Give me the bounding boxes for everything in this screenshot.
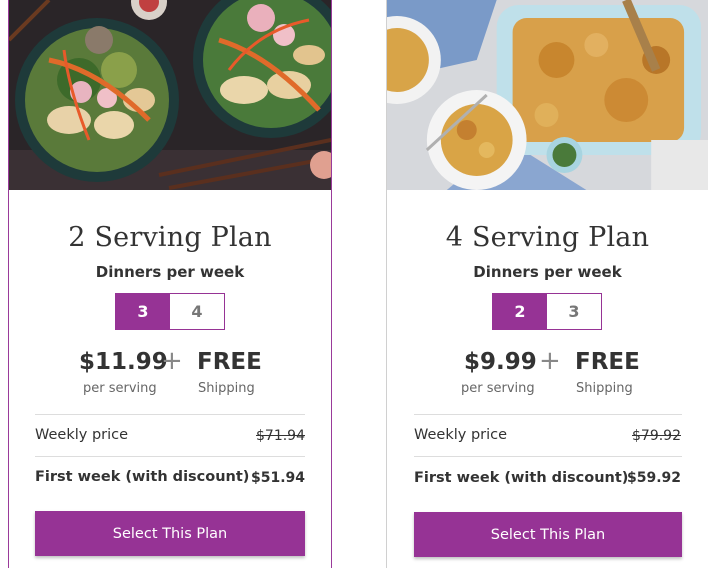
divider — [414, 414, 682, 415]
select-plan-button[interactable]: Select This Plan — [35, 511, 305, 556]
weekly-price-value: $79.92 — [632, 428, 681, 444]
price-per-serving: $9.99 — [464, 349, 537, 375]
meal-photo-casserole — [387, 0, 708, 190]
first-week-label: First week (with discount) — [35, 469, 250, 485]
dinners-option-4[interactable]: 4 — [170, 294, 224, 329]
price-per-serving: $11.99 — [79, 349, 168, 375]
divider — [414, 456, 682, 457]
first-week-value: $51.94 — [250, 470, 305, 486]
plan-title: 4 Serving Plan — [445, 222, 650, 253]
select-plan-button[interactable]: Select This Plan — [414, 512, 682, 557]
dinners-per-week-label: Dinners per week — [473, 263, 622, 281]
plan-title: 2 Serving Plan — [68, 222, 272, 253]
dinners-per-week-toggle: 2 3 — [492, 293, 602, 330]
per-serving-label: per serving — [83, 381, 157, 396]
shipping-label: Shipping — [198, 381, 255, 396]
plus-sign: + — [539, 346, 561, 376]
shipping-free: FREE — [197, 349, 262, 375]
shipping-label: Shipping — [576, 381, 633, 396]
meal-photo-salad-bowls — [9, 0, 331, 190]
plan-card-4-serving: 4 Serving Plan Dinners per week 2 3 $9.9… — [386, 0, 708, 568]
plus-sign: + — [161, 346, 183, 376]
weekly-price-value: $71.94 — [256, 428, 305, 444]
divider — [35, 456, 305, 457]
plan-card-2-serving: 2 Serving Plan Dinners per week 3 4 $11.… — [8, 0, 332, 568]
per-serving-label: per serving — [461, 381, 535, 396]
dinners-option-3[interactable]: 3 — [547, 294, 601, 329]
dinners-per-week-toggle: 3 4 — [115, 293, 225, 330]
first-week-label: First week (with discount) — [414, 470, 629, 486]
first-week-value: $59.92 — [626, 470, 681, 486]
dinners-option-2[interactable]: 2 — [493, 294, 547, 329]
shipping-free: FREE — [575, 349, 640, 375]
divider — [35, 414, 305, 415]
weekly-price-label: Weekly price — [414, 427, 508, 443]
dinners-per-week-label: Dinners per week — [95, 263, 245, 281]
weekly-price-label: Weekly price — [35, 427, 129, 443]
dinners-option-3[interactable]: 3 — [116, 294, 170, 329]
